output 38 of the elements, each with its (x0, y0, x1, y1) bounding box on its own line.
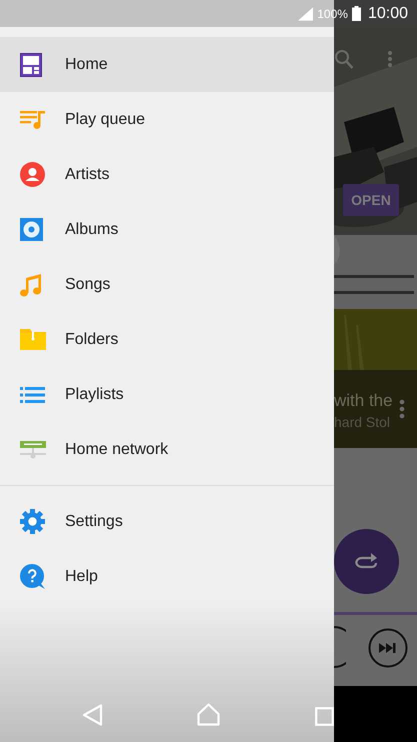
more-icon[interactable] (399, 399, 405, 419)
menu-label: Albums (65, 220, 118, 240)
queue-icon (20, 110, 45, 128)
menu-item[interactable]: Folders (0, 312, 334, 367)
menu-label: Artists (65, 164, 110, 184)
menu-item[interactable]: Home network (0, 422, 334, 477)
music-note-icon (20, 272, 42, 296)
menu-label: Settings (65, 512, 123, 532)
person-icon (20, 162, 45, 187)
menu-label: Play queue (65, 110, 146, 130)
clock: 10:00 (368, 4, 408, 24)
menu-label: Playlists (65, 384, 124, 404)
menu-item[interactable]: Artists (0, 147, 334, 202)
menu-label: Home network (65, 440, 168, 460)
back-icon[interactable] (82, 704, 103, 726)
menu-item[interactable]: Songs (0, 257, 334, 312)
menu-item[interactable]: Play queue (0, 92, 334, 147)
menu-item[interactable]: Albums (0, 202, 334, 257)
track-artist: hard Stol (334, 413, 390, 432)
network-icon (20, 440, 46, 458)
menu-label: Help (65, 566, 98, 586)
next-track-icon[interactable] (368, 628, 408, 668)
menu-item[interactable]: Help (0, 549, 334, 604)
recent-apps-icon[interactable] (315, 707, 334, 726)
home-screen-icon (20, 52, 42, 76)
track-title: with the (334, 390, 393, 412)
folder-icon (20, 329, 46, 350)
previous-button-partial-icon[interactable] (334, 626, 346, 668)
signal-icon (298, 6, 314, 20)
home-icon[interactable] (197, 703, 220, 726)
help-icon (20, 564, 45, 589)
menu-label: Folders (65, 330, 118, 350)
menu-item[interactable]: Playlists (0, 367, 334, 422)
menu-item[interactable]: Home (0, 37, 334, 92)
menu-label: Home (65, 54, 108, 74)
menu-label: Songs (65, 274, 110, 294)
list-icon (20, 386, 45, 402)
menu-item[interactable]: Settings (0, 494, 334, 549)
